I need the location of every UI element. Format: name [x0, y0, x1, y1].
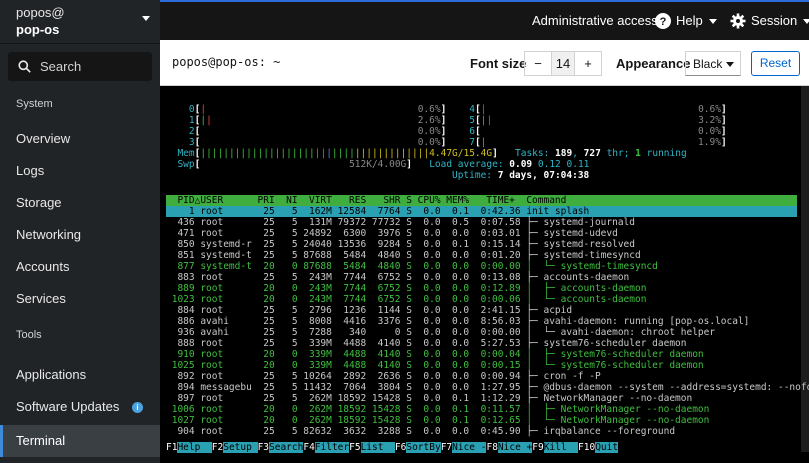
info-icon: i: [132, 402, 143, 413]
font-size-stepper: − 14 +: [524, 51, 602, 76]
table-row[interactable]: 436 root 25 5 131M 79372 77732 S 0.0 0.5…: [166, 217, 635, 228]
admin-label: Administrative access: [532, 13, 658, 28]
search-icon: [18, 60, 31, 73]
f2-setup-key[interactable]: F2Setup: [212, 442, 258, 453]
increase-font-button[interactable]: +: [575, 52, 601, 75]
sidebar-item-logs[interactable]: Logs: [0, 155, 160, 187]
table-row[interactable]: 884 root 25 5 2796 1236 1144 S 0.0 0.0 2…: [166, 305, 572, 316]
cpu-meter-row: 2[ 0.0%] 6[ 0.0%]: [188, 126, 727, 137]
table-row-thread[interactable]: 1027 root 20 0 262M 18592 15428 S 0.0 0.…: [166, 415, 710, 426]
f10-quit-key[interactable]: F10Quit: [578, 442, 619, 453]
svg-text:?: ?: [660, 16, 667, 28]
reset-button[interactable]: Reset: [751, 51, 800, 76]
sidebar-item-terminal[interactable]: Terminal: [0, 425, 160, 457]
table-row-thread[interactable]: 877 systemd-t 20 0 87688 5484 4840 S 0.0…: [166, 261, 657, 272]
chevron-down-icon: [142, 16, 150, 21]
decrease-font-button[interactable]: −: [525, 52, 551, 75]
terminal-scrollbar[interactable]: [801, 86, 809, 452]
terminal-title: popos@pop-os: ~: [172, 55, 281, 69]
table-row[interactable]: 892 root 25 5 10264 2892 2636 S 0.0 0.0 …: [166, 371, 600, 382]
sidebar-item-services[interactable]: Services: [0, 283, 160, 315]
sidebar-item-storage[interactable]: Storage: [0, 187, 160, 219]
table-row-thread[interactable]: 1006 root 20 0 262M 18592 15428 S 0.0 0.…: [166, 404, 710, 415]
function-key-bar: F1Help F2Setup F3SearchF4FilterF5List F6…: [166, 442, 797, 453]
table-row-thread[interactable]: 889 root 20 0 243M 7744 6752 S 0.0 0.0 0…: [166, 283, 646, 294]
chevron-down-icon: [803, 18, 809, 24]
table-row[interactable]: 904 root 25 5 82632 3632 3288 S 0.0 0.0 …: [166, 426, 675, 437]
f8-nice-plus-key[interactable]: F8Nice +: [486, 442, 533, 453]
table-row-thread[interactable]: 910 root 20 0 339M 4488 4140 S 0.0 0.0 0…: [166, 349, 703, 360]
terminal-toolbar: popos@pop-os: ~ Font size − 14 + Appeara…: [160, 40, 809, 86]
sidebar-item-networking[interactable]: Networking: [0, 219, 160, 251]
session-label: Session: [751, 13, 798, 28]
font-size-label: Font size: [470, 56, 527, 71]
sidebar-item-accounts[interactable]: Accounts: [0, 251, 160, 283]
session-menu-button[interactable]: Session: [730, 2, 809, 40]
table-row[interactable]: 936 avahi 25 5 7288 340 0 S 0.0 0.0 0:00…: [166, 327, 715, 338]
terminal-screen[interactable]: 0[| 0.6%] 4[| 0.6%] 1[|| 2.6%] 5[|| 3.2%…: [160, 86, 809, 463]
table-row[interactable]: 883 root 25 5 243M 7744 6752 S 0.0 0.0 0…: [166, 272, 629, 283]
sidebar-item-overview[interactable]: Overview: [0, 123, 160, 155]
table-row-thread[interactable]: 1025 root 20 0 339M 4488 4140 S 0.0 0.0 …: [166, 360, 704, 371]
help-menu-button[interactable]: ? Help: [655, 2, 717, 40]
memory-meter: Mem[||||||||||||||||||||||||||||||||||||…: [177, 148, 687, 159]
appearance-select[interactable]: Black: [685, 51, 741, 76]
search-input[interactable]: Search: [8, 52, 152, 81]
cpu-meter-row: 3[ 0.0%] 7[| 1.9%]: [188, 137, 727, 148]
search-placeholder: Search: [40, 59, 82, 74]
f9-kill-key[interactable]: F9Kill: [532, 442, 579, 453]
host-switcher[interactable]: popos@ pop-os: [0, 0, 160, 44]
appearance-value: Black: [693, 57, 723, 71]
table-row[interactable]: 888 root 25 5 339M 4488 4140 S 0.0 0.0 5…: [166, 338, 686, 349]
help-label: Help: [676, 13, 703, 28]
f3-search-key[interactable]: F3Search: [258, 442, 304, 453]
cpu-meter-row: 0[| 0.6%] 4[| 0.6%]: [188, 104, 727, 115]
f4-filter-key[interactable]: F4Filter: [303, 442, 350, 453]
table-row[interactable]: 897 root 25 5 262M 18592 15428 S 0.0 0.1…: [166, 393, 692, 404]
uptime-line: Uptime: 7 days, 07:04:38: [451, 170, 590, 181]
table-row[interactable]: 894 messagebu 25 5 11432 7064 3804 S 0.0…: [166, 382, 809, 393]
administrative-access-button[interactable]: Administrative access: [532, 2, 658, 40]
font-size-value[interactable]: 14: [551, 52, 575, 75]
f1-help-key[interactable]: F1Help: [166, 442, 212, 453]
appearance-label: Appearance: [616, 56, 691, 71]
sidebar-item-applications[interactable]: Applications: [0, 359, 160, 391]
table-row[interactable]: 851 systemd-t 25 5 87688 5484 4840 S 0.0…: [166, 250, 640, 261]
f6-sortby-key[interactable]: F6SortBy: [395, 442, 441, 453]
table-row[interactable]: 471 root 25 5 24892 6300 3976 S 0.0 0.0 …: [166, 228, 617, 239]
table-row[interactable]: 850 systemd-r 25 5 24040 13536 9284 S 0.…: [166, 239, 635, 250]
process-table-header[interactable]: PID△USER PRI NI VIRT RES SHR S CPU% MEM%…: [166, 195, 797, 206]
section-tools: Tools: [16, 329, 42, 341]
table-row-thread[interactable]: 1023 root 20 0 243M 7744 6752 S 0.0 0.0 …: [166, 294, 647, 305]
cockpit-window: popos@ pop-os Search System Overview Log…: [0, 0, 809, 463]
top-header: Administrative access ? Help Session: [160, 0, 809, 40]
swap-meter: Swp[ 512K/4.00G] Load average: 0.09 0.12…: [177, 159, 590, 170]
cpu-meter-row: 1[|| 2.6%] 5[|| 3.2%]: [188, 115, 727, 126]
chevron-down-icon: [726, 62, 734, 67]
table-row[interactable]: 886 avahi 25 5 8008 4416 3376 S 0.0 0.0 …: [166, 316, 749, 327]
host-name: pop-os: [16, 22, 60, 37]
sidebar-item-software-updates[interactable]: Software Updates i: [0, 391, 160, 423]
chevron-down-icon: [708, 18, 717, 24]
host-user: popos@: [16, 5, 65, 20]
table-row-selected[interactable]: 1 root 25 5 162M 12584 7764 S 0.0 0.1 0:…: [166, 206, 797, 217]
help-icon: ?: [655, 13, 671, 29]
f5-list-key[interactable]: F5List: [349, 442, 395, 453]
f7-nice-minus-key[interactable]: F7Nice -: [441, 442, 487, 453]
sidebar-item-label: Software Updates: [16, 399, 120, 414]
gear-icon: [730, 13, 746, 29]
section-system: System: [16, 98, 53, 110]
sidebar: popos@ pop-os Search System Overview Log…: [0, 0, 160, 463]
